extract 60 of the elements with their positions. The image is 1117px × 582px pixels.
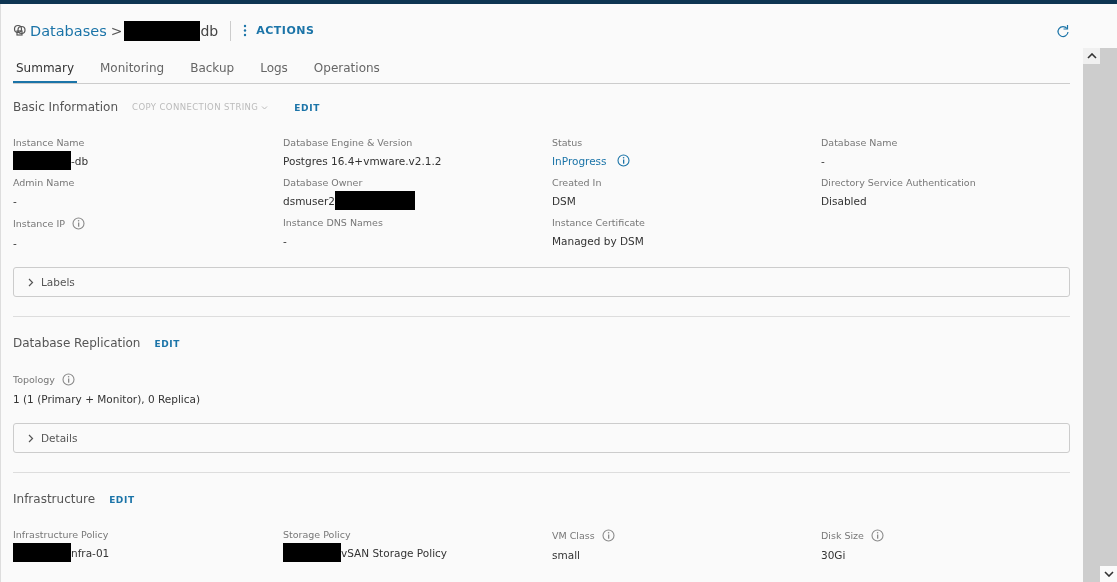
field-label: Instance IP: [13, 218, 65, 229]
tab[interactable]: Backup: [187, 57, 238, 83]
panel-label: Labels: [41, 276, 75, 288]
field-label: Database Owner: [283, 177, 363, 188]
field-label: Admin Name: [13, 177, 75, 188]
edit-button[interactable]: EDIT: [154, 337, 180, 349]
field-value: DSM: [552, 194, 576, 207]
field-value: -: [13, 194, 17, 207]
field-value: Managed by DSM: [552, 234, 644, 247]
scrollbar[interactable]: [1083, 48, 1117, 582]
field-label: Instance Certificate: [552, 217, 645, 228]
field-value: -: [283, 234, 287, 247]
page-title: db: [200, 22, 219, 39]
field-value: Disabled: [821, 194, 867, 207]
status-link[interactable]: InProgress: [552, 154, 607, 167]
more-icon: [243, 24, 248, 37]
field-label: Instance DNS Names: [283, 217, 383, 228]
tab[interactable]: Summary: [13, 57, 77, 83]
field-label: Topology: [13, 374, 55, 385]
field-value: nfra-01: [71, 546, 110, 559]
field-value: small: [552, 548, 580, 561]
section-title: Database Replication: [13, 336, 141, 350]
field-label: Created In: [552, 177, 602, 188]
section-title: Basic Information: [13, 100, 119, 114]
field-value: 30Gi: [821, 548, 846, 561]
field-value: 1 (1 (Primary + Monitor), 0 Replica): [13, 392, 201, 405]
field-value: vSAN Storage Policy: [341, 546, 448, 559]
scroll-down-icon[interactable]: [1100, 566, 1117, 582]
field-value: -db: [71, 154, 89, 167]
field-value: -: [13, 236, 17, 249]
tab[interactable]: Logs: [257, 57, 291, 83]
field-label: Disk Size: [821, 530, 864, 541]
field-label: Database Engine & Version: [283, 137, 413, 148]
collapsible-panel[interactable]: Details: [13, 423, 1070, 453]
collapsible-panel[interactable]: Labels: [13, 267, 1070, 297]
field-label: Storage Policy: [283, 529, 351, 540]
edit-button[interactable]: EDIT: [294, 101, 320, 113]
chevron-icon: [26, 277, 35, 287]
field-label: Infrastructure Policy: [13, 529, 109, 540]
field-label: Instance Name: [13, 137, 85, 148]
field-label: VM Class: [552, 530, 595, 541]
breadcrumb-link[interactable]: Databases: [30, 22, 107, 39]
field-label: Database Name: [821, 137, 898, 148]
tab[interactable]: Monitoring: [97, 57, 168, 83]
actions-button[interactable]: ACTIONS: [243, 24, 315, 37]
scroll-up-icon[interactable]: [1083, 48, 1100, 64]
database-icon: [13, 24, 26, 37]
field-value: -: [821, 154, 825, 167]
tab[interactable]: Operations: [310, 57, 383, 83]
section-title: Infrastructure: [13, 492, 96, 506]
field-label: Status: [552, 137, 583, 148]
field-value: dsmuser2: [283, 194, 335, 207]
field-value: Postgres 16.4+vmware.v2.1.2: [283, 154, 442, 167]
chevron-icon: [26, 433, 35, 443]
panel-label: Details: [41, 432, 78, 444]
edit-button[interactable]: EDIT: [109, 493, 135, 505]
breadcrumb-separator: >: [110, 22, 123, 39]
caret-icon: [261, 104, 269, 110]
field-label: Directory Service Authentication: [821, 177, 976, 188]
refresh-icon: [1056, 23, 1070, 38]
